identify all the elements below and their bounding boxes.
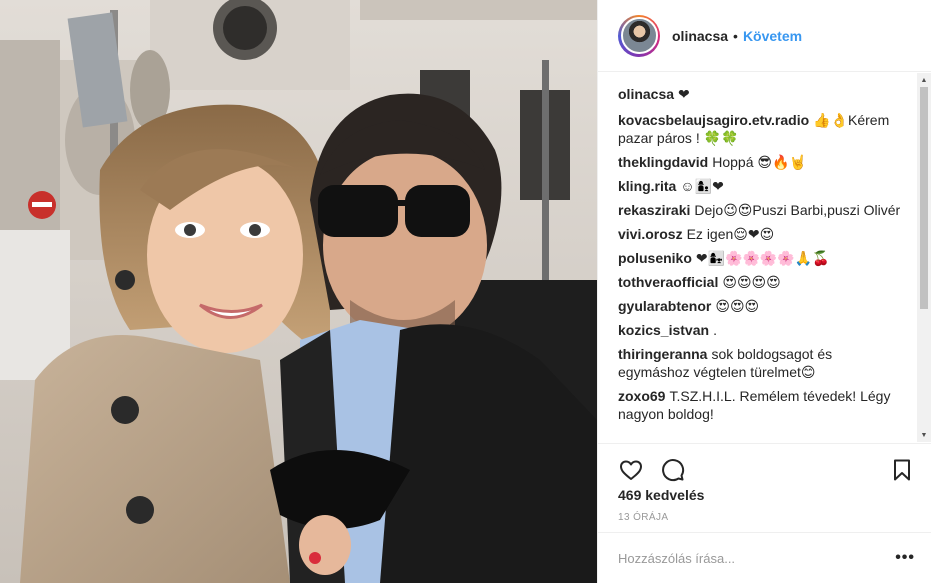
comment-item: kling.rita ☺👩‍👦❤ [618,177,907,195]
header-separator: • [733,27,738,44]
header-username[interactable]: olinacsa [672,28,728,44]
comment-item: tothveraofficial 😍😍😍😍 [618,273,907,291]
like-button[interactable] [618,457,644,483]
scroll-up-arrow-icon[interactable]: ▲ [917,73,931,87]
comment-text: . [713,322,717,338]
comment-author[interactable]: rekasziraki [618,202,690,218]
comments-list[interactable]: olinacsa ❤ kovacsbelaujsagiro.etv.radio 👍👌… [598,73,931,442]
comment-text: Ez igen😌❤😍 [686,226,775,242]
heart-icon [620,460,642,480]
comment-item: kozics_istvan. [618,321,907,339]
comment-input[interactable] [618,550,896,566]
comment-author[interactable]: kling.rita [618,178,676,194]
comment-author[interactable]: zoxo69 [618,388,665,404]
caption-text: ❤ [678,86,690,102]
post-time: 13 órája [618,512,669,523]
comment-author[interactable]: tothveraofficial [618,274,718,290]
post-side-panel: olinacsa • Követem olinacsa ❤ kovacsbelau… [597,0,931,583]
avatar-image [620,17,658,54]
comment-text: Hoppá 😎🔥🤘 [712,154,807,170]
comment-author[interactable]: kovacsbelaujsagiro.etv.radio [618,112,809,128]
comment-item: vivi.orosz Ez igen😌❤😍 [618,225,907,243]
comment-author[interactable]: theklingdavid [618,154,708,170]
comment-author[interactable]: kozics_istvan [618,322,709,338]
comment-author[interactable]: thiringeranna [618,346,707,362]
comment-item: rekasziraki Dejo😉😍Puszi Barbi,puszi Olivé… [618,201,907,219]
follow-button[interactable]: Követem [743,28,802,44]
avatar[interactable] [618,14,660,57]
likes-count[interactable]: 469 kedvelés [618,487,704,503]
scroll-down-arrow-icon[interactable]: ▼ [917,428,931,442]
post-header: olinacsa • Követem [598,0,931,72]
comment-item: theklingdavid Hoppá 😎🔥🤘 [618,153,907,171]
comment-author[interactable]: poluseniko [618,250,692,266]
comment-text: ☺👩‍👦❤ [680,178,724,194]
comment-author[interactable]: gyularabtenor [618,298,711,314]
comment-text: 😍😍😍😍 [722,274,781,290]
comment-item: thiringeranna sok boldogsagot és egymásho… [618,345,907,381]
comment-item: zoxo69 T.SZ.H.I.L. Remélem tévedek! Légy … [618,387,907,423]
comment-author[interactable]: vivi.orosz [618,226,683,242]
post-photo[interactable] [0,0,597,583]
more-options-icon[interactable]: ••• [895,549,915,567]
comment-item: poluseniko ❤👩‍👧🌸🌸🌸🌸🙏🍒 [618,249,907,267]
comment-text: Dejo😉😍Puszi Barbi,puszi Olivér [694,202,901,218]
selfie-illustration [0,0,597,583]
save-button[interactable] [889,457,915,483]
scroll-thumb[interactable] [920,87,928,309]
caption: olinacsa ❤ [618,85,907,103]
comment-text: 😍😍😍 [715,298,760,314]
comment-item: gyularabtenor 😍😍😍 [618,297,907,315]
comment-text: ❤👩‍👧🌸🌸🌸🌸🙏🍒 [695,250,830,266]
comment-button[interactable] [660,457,686,483]
comment-item: kovacsbelaujsagiro.etv.radio 👍👌Kérem paza… [618,111,907,147]
comment-icon [662,458,685,481]
caption-author[interactable]: olinacsa [618,86,674,102]
bookmark-icon [894,459,910,480]
comments-scrollbar[interactable]: ▲ ▼ [917,73,931,442]
add-comment-bar: ••• [598,532,931,583]
action-bar [598,443,931,487]
